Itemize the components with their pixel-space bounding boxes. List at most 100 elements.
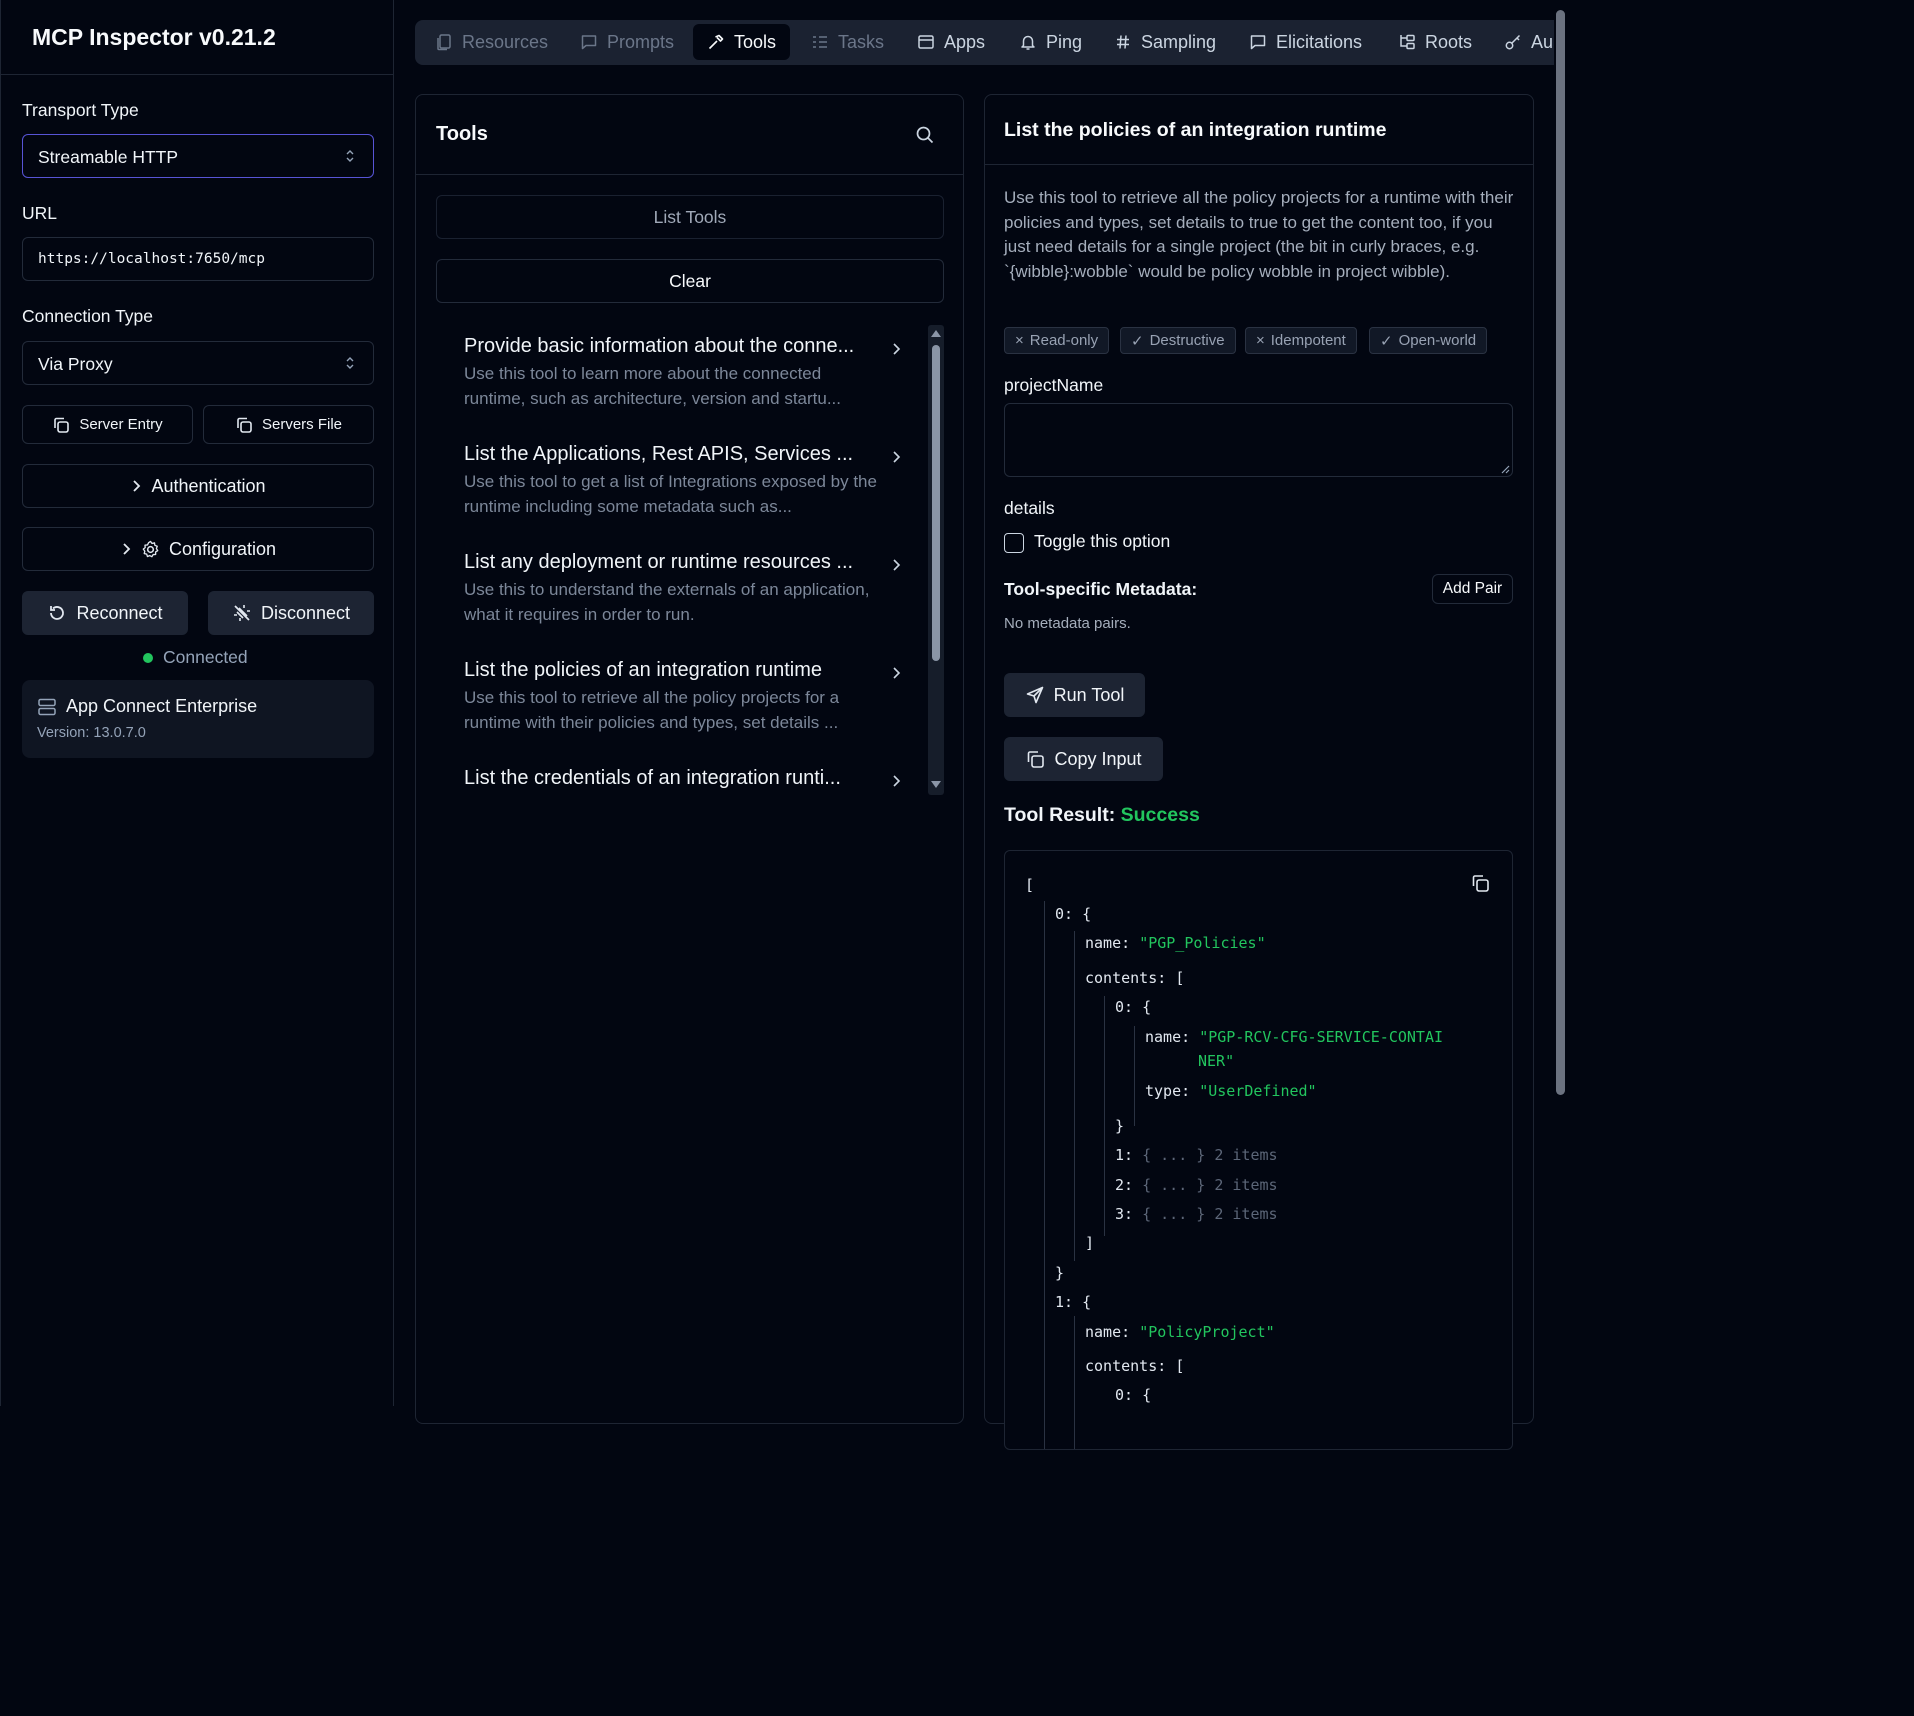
tab-label: Elicitations — [1276, 31, 1363, 52]
tool-title: Provide basic information about the conn… — [464, 335, 855, 357]
json-collapsed: { ... } — [1142, 1146, 1206, 1164]
tools-header: Tools — [416, 95, 963, 175]
servers-file-label: Servers File — [261, 416, 343, 433]
search-icon[interactable] — [915, 125, 935, 145]
scroll-down-arrow-icon[interactable] — [931, 781, 941, 789]
copy-input-button[interactable]: Copy Input — [1004, 737, 1163, 781]
disconnect-label: Disconnect — [260, 602, 351, 623]
json-key: 0: — [1115, 1386, 1134, 1404]
scrollbar-thumb[interactable] — [932, 345, 940, 661]
list-tools-button[interactable]: List Tools — [436, 195, 944, 239]
chevron-right-icon — [130, 479, 142, 493]
details-checkbox[interactable] — [1004, 533, 1024, 553]
add-pair-button[interactable]: Add Pair — [1432, 574, 1513, 604]
json-line[interactable]: contents: [ — [1085, 969, 1184, 987]
badge-label: Read-only — [1029, 332, 1099, 349]
transport-type-select[interactable]: Streamable HTTP — [22, 134, 374, 178]
badge-open-world: ✓ Open-world — [1369, 327, 1488, 354]
configuration-toggle[interactable]: Configuration — [22, 527, 374, 571]
tool-list-item[interactable]: List the Applications, Rest APIS, Servic… — [464, 443, 904, 519]
key-icon — [1504, 33, 1522, 51]
badge-label: Open-world — [1398, 332, 1477, 349]
tab-label: Sampling — [1141, 31, 1217, 52]
servers-file-button[interactable]: Servers File — [203, 405, 374, 444]
list-check-icon — [811, 33, 829, 51]
chevron-right-icon — [890, 557, 902, 573]
sidebar-divider — [1, 74, 394, 75]
authentication-toggle[interactable]: Authentication — [22, 464, 374, 508]
tab-resources[interactable]: Resources — [421, 24, 562, 60]
tab-prompts[interactable]: Prompts — [566, 24, 688, 60]
connection-type-value: Via Proxy — [38, 354, 113, 374]
json-collapsed-line[interactable]: 2: { ... } 2 items — [1115, 1176, 1278, 1194]
json-line[interactable]: 0: { — [1115, 1386, 1151, 1404]
tab-label: Ping — [1046, 31, 1083, 52]
json-collapsed-line[interactable]: 3: { ... } 2 items — [1115, 1205, 1278, 1223]
tool-list-item[interactable]: List the credentials of an integration r… — [464, 767, 904, 790]
json-line[interactable]: 0: { — [1115, 998, 1151, 1016]
details-label: details — [1004, 498, 1055, 518]
json-key: contents: — [1085, 1357, 1167, 1375]
json-bracket: { — [1142, 1386, 1152, 1404]
json-line: type: "UserDefined" — [1145, 1082, 1317, 1100]
json-line[interactable]: 1: { — [1055, 1293, 1091, 1311]
tools-panel: Tools List Tools Clear Provide basic inf… — [415, 94, 964, 1424]
transport-type-label: Transport Type — [22, 100, 139, 120]
tab-bar: Resources Prompts Tools Tasks Apps Ping … — [415, 20, 1568, 65]
tab-ping[interactable]: Ping — [1005, 24, 1096, 60]
x-icon: × — [1015, 332, 1024, 349]
detail-description: Use this tool to retrieve all the policy… — [1004, 188, 1514, 281]
disconnect-button[interactable]: Disconnect — [208, 591, 374, 635]
scroll-up-arrow-icon[interactable] — [931, 329, 941, 337]
tab-sampling[interactable]: Sampling — [1100, 24, 1230, 60]
page-scrollbar[interactable] — [1554, 0, 1568, 1406]
copy-icon[interactable] — [1470, 873, 1490, 893]
tool-description: Use this tool to retrieve all the policy… — [464, 688, 840, 732]
json-key: 1: — [1055, 1293, 1074, 1311]
json-collapsed-line[interactable]: 1: { ... } 2 items — [1115, 1146, 1278, 1164]
bell-icon — [1019, 33, 1037, 51]
chevron-right-icon — [120, 542, 132, 556]
json-string: "PGP-RCV-CFG-SERVICE-CONTAI — [1199, 1028, 1444, 1046]
tool-list-item[interactable]: Provide basic information about the conn… — [464, 335, 904, 411]
json-line: name: "PolicyProject" — [1085, 1323, 1275, 1341]
connection-type-select[interactable]: Via Proxy — [22, 341, 374, 385]
tool-result-label: Tool Result: Success — [1004, 804, 1200, 827]
copy-icon — [1025, 749, 1045, 769]
detail-title: List the policies of an integration runt… — [1004, 119, 1387, 141]
tab-roots[interactable]: Roots — [1384, 24, 1486, 60]
server-entry-button[interactable]: Server Entry — [22, 405, 193, 444]
chevron-right-icon — [890, 341, 902, 357]
json-key: 3: — [1115, 1205, 1134, 1223]
tools-scrollbar[interactable] — [928, 325, 944, 795]
run-tool-button[interactable]: Run Tool — [1004, 673, 1145, 717]
tab-elicitations[interactable]: Elicitations — [1235, 24, 1376, 60]
url-value: https://localhost:7650/mcp — [38, 251, 265, 267]
json-key: 0: — [1055, 905, 1074, 923]
json-line[interactable]: 0: { — [1055, 905, 1091, 923]
json-key: name: — [1085, 1323, 1131, 1341]
tab-label: Au — [1531, 31, 1554, 52]
folder-tree-icon — [1398, 33, 1416, 51]
tab-apps[interactable]: Apps — [903, 24, 999, 60]
resize-grip-icon[interactable] — [1500, 464, 1510, 474]
gear-icon — [141, 540, 160, 559]
chevron-right-icon — [890, 665, 902, 681]
unplug-icon — [232, 603, 252, 623]
json-line[interactable]: contents: [ — [1085, 1357, 1184, 1375]
tool-list-item[interactable]: List any deployment or runtime resources… — [464, 551, 904, 627]
tab-tools[interactable]: Tools — [693, 24, 791, 60]
page-scrollbar-thumb[interactable] — [1556, 10, 1565, 1095]
tab-tasks[interactable]: Tasks — [797, 24, 898, 60]
connection-status: Connected — [143, 647, 248, 668]
url-input[interactable]: https://localhost:7650/mcp — [22, 237, 374, 281]
clear-button[interactable]: Clear — [436, 259, 944, 303]
json-line: [ — [1025, 876, 1034, 894]
detail-header: List the policies of an integration runt… — [985, 95, 1533, 165]
tab-label: Resources — [462, 31, 549, 52]
tool-list-item-selected[interactable]: List the policies of an integration runt… — [464, 659, 904, 735]
tool-description: Use this tool to learn more about the co… — [464, 364, 842, 408]
project-name-input[interactable] — [1004, 403, 1513, 477]
reconnect-button[interactable]: Reconnect — [22, 591, 188, 635]
json-string: NER" — [1198, 1052, 1235, 1070]
